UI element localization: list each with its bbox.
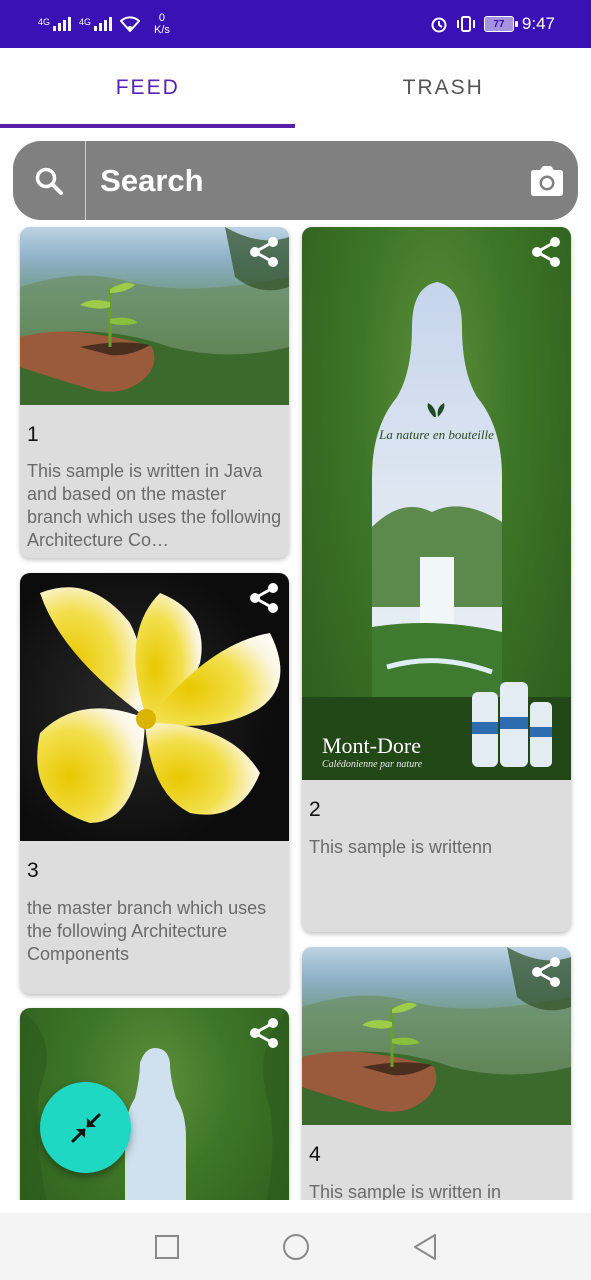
card-image: La nature en bouteille Mont-Dore Calédon… xyxy=(302,227,571,780)
camera-icon xyxy=(531,165,564,196)
search-button[interactable] xyxy=(13,141,87,220)
collapse-arrows-icon xyxy=(71,1113,100,1142)
ad-brand: Mont-Dore xyxy=(322,733,421,758)
share-icon[interactable] xyxy=(529,955,563,989)
card-image xyxy=(302,947,571,1125)
alarm-icon xyxy=(431,17,447,33)
signal-icon: 4G xyxy=(79,17,113,31)
status-bar: 4G 4G 0 K/s 77 9:47 xyxy=(0,0,591,48)
system-nav-bar xyxy=(0,1213,591,1280)
card-image xyxy=(20,573,289,841)
collapse-fab-button[interactable] xyxy=(40,1082,131,1173)
sim1-label: 4G xyxy=(38,17,51,27)
mont-dore-bottle-image xyxy=(302,282,571,780)
card-description: the master branch which uses the followi… xyxy=(27,898,267,964)
app-screen: 4G 4G 0 K/s 77 9:47 FEED TRASH Search 1 … xyxy=(0,0,591,1280)
camera-button[interactable] xyxy=(516,141,578,220)
sim2-label: 4G xyxy=(79,17,92,27)
battery-icon: 77 xyxy=(483,16,518,32)
status-left: 4G 4G 0 K/s xyxy=(38,12,170,36)
share-icon[interactable] xyxy=(247,1016,281,1050)
ad-subtitle: Calédonienne par nature xyxy=(322,759,423,770)
search-bar xyxy=(13,141,578,220)
search-icon xyxy=(35,167,64,195)
card-description: This sample is writtenn xyxy=(309,837,493,857)
card-number: 3 xyxy=(27,859,39,882)
vibrate-icon xyxy=(456,16,475,32)
ad-tagline: La nature en bouteille xyxy=(379,427,494,442)
share-icon[interactable] xyxy=(529,235,563,269)
card-number: 2 xyxy=(309,798,321,821)
clock: 9:47 xyxy=(521,14,555,33)
card-description: This sample is written in Java and based… xyxy=(27,461,282,550)
feed-card[interactable]: 3 the master branch which uses the follo… xyxy=(20,573,289,994)
tab-trash[interactable]: TRASH xyxy=(296,48,591,128)
feed-grid: 1 This sample is written in Java and bas… xyxy=(0,220,591,1200)
feed-card[interactable]: 1 This sample is written in Java and bas… xyxy=(20,227,289,558)
search-input[interactable] xyxy=(86,141,517,220)
feed-card[interactable]: 4 This sample is written in xyxy=(302,947,571,1200)
speed-unit: K/s xyxy=(154,24,170,36)
back-triangle-icon[interactable] xyxy=(411,1232,439,1262)
card-description: This sample is written in xyxy=(309,1182,502,1200)
wifi-icon xyxy=(120,16,141,32)
network-speed: 0 K/s xyxy=(154,12,170,36)
share-icon[interactable] xyxy=(247,235,281,269)
battery-level: 77 xyxy=(493,18,505,30)
share-icon[interactable] xyxy=(247,581,281,615)
home-circle-icon[interactable] xyxy=(281,1232,311,1262)
card-number: 1 xyxy=(27,423,39,446)
signal-icon: 4G xyxy=(38,17,72,31)
tab-feed[interactable]: FEED xyxy=(0,48,296,128)
feed-card[interactable]: La nature en bouteille Mont-Dore Calédon… xyxy=(302,227,571,932)
speed-value: 0 xyxy=(158,12,166,24)
status-right: 77 9:47 xyxy=(430,14,555,34)
recents-square-icon[interactable] xyxy=(153,1233,181,1261)
card-number: 4 xyxy=(309,1143,321,1166)
tab-bar: FEED TRASH xyxy=(0,48,591,128)
card-image xyxy=(20,227,289,405)
